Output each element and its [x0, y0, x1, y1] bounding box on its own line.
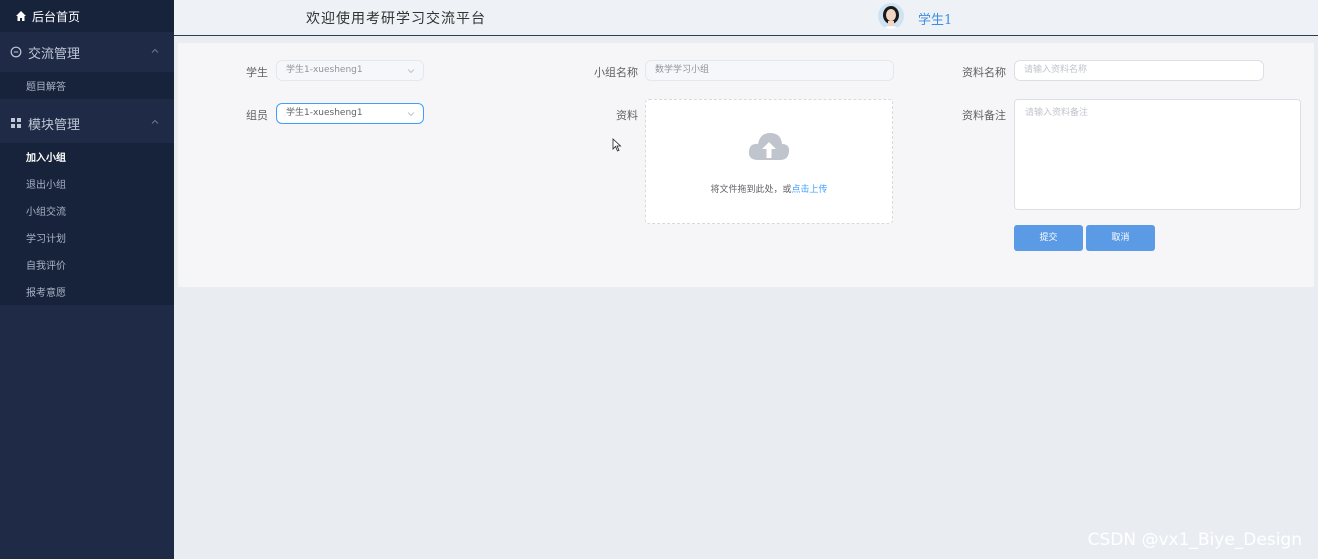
sidebar-group-modules[interactable]: 模块管理	[0, 103, 174, 143]
chevron-down-icon	[407, 112, 415, 117]
user-avatar-icon	[878, 3, 904, 29]
student-label: 学生	[246, 66, 268, 79]
chevron-up-icon	[151, 48, 159, 53]
upload-text: 将文件拖到此处，或	[710, 185, 792, 195]
header: 欢迎使用考研学习交流平台 学生1	[174, 0, 1318, 36]
student-value: 学生1-xuesheng1	[286, 65, 363, 75]
sidebar-item-study-plan[interactable]: 学习计划	[0, 224, 174, 251]
member-label: 组员	[246, 109, 268, 122]
sidebar-item-answers[interactable]: 题目解答	[0, 72, 174, 99]
sidebar-item-leave-group[interactable]: 退出小组	[0, 170, 174, 197]
form-panel: 学生 学生1-xuesheng1 小组名称 数学学习小组 资料名称 请输入资料名…	[178, 43, 1314, 287]
cancel-button[interactable]: 取消	[1086, 225, 1155, 251]
upload-link[interactable]: 点击上传	[792, 185, 828, 195]
sidebar-home-label: 后台首页	[32, 9, 81, 24]
sidebar-group-label: 交流管理	[28, 46, 81, 62]
sidebar-item-group-chat[interactable]: 小组交流	[0, 197, 174, 224]
note-label: 资料备注	[962, 109, 1006, 122]
home-icon	[16, 11, 26, 21]
material-label: 资料	[616, 109, 638, 122]
watermark: CSDN @vx1_Biye_Design	[1087, 530, 1302, 550]
submit-button[interactable]: 提交	[1014, 225, 1083, 251]
material-name-input[interactable]: 请输入资料名称	[1014, 60, 1264, 81]
sidebar-item-self-evaluation[interactable]: 自我评价	[0, 251, 174, 278]
grid-icon	[11, 118, 21, 128]
group-name-input[interactable]: 数学学习小组	[645, 60, 894, 81]
student-select[interactable]: 学生1-xuesheng1	[276, 60, 424, 81]
avatar[interactable]	[878, 3, 904, 29]
member-value: 学生1-xuesheng1	[286, 108, 363, 118]
welcome-title: 欢迎使用考研学习交流平台	[306, 11, 486, 27]
username[interactable]: 学生1	[918, 9, 952, 28]
upload-dropzone[interactable]: 将文件拖到此处，或点击上传	[645, 99, 893, 224]
chat-icon	[10, 46, 22, 58]
upload-hint: 将文件拖到此处，或点击上传	[646, 182, 892, 195]
sidebar-item-exam-intention[interactable]: 报考意愿	[0, 278, 174, 305]
sidebar-group-exchange[interactable]: 交流管理	[0, 32, 174, 72]
upload-cloud-icon	[748, 133, 790, 160]
chevron-up-icon	[151, 119, 159, 124]
sidebar-home[interactable]: 后台首页	[0, 0, 174, 32]
chevron-down-icon	[407, 69, 415, 74]
sidebar: 后台首页 交流管理 题目解答 模块管理 加入小组 退出小组 小组交流 学习计划 …	[0, 0, 174, 559]
group-name-label: 小组名称	[594, 66, 638, 79]
sidebar-item-join-group[interactable]: 加入小组	[0, 143, 174, 170]
material-name-label: 资料名称	[962, 66, 1006, 79]
mouse-cursor-icon	[612, 138, 622, 152]
sidebar-group-label: 模块管理	[28, 117, 81, 133]
member-select[interactable]: 学生1-xuesheng1	[276, 103, 424, 124]
note-textarea[interactable]: 请输入资料备注	[1014, 99, 1301, 210]
